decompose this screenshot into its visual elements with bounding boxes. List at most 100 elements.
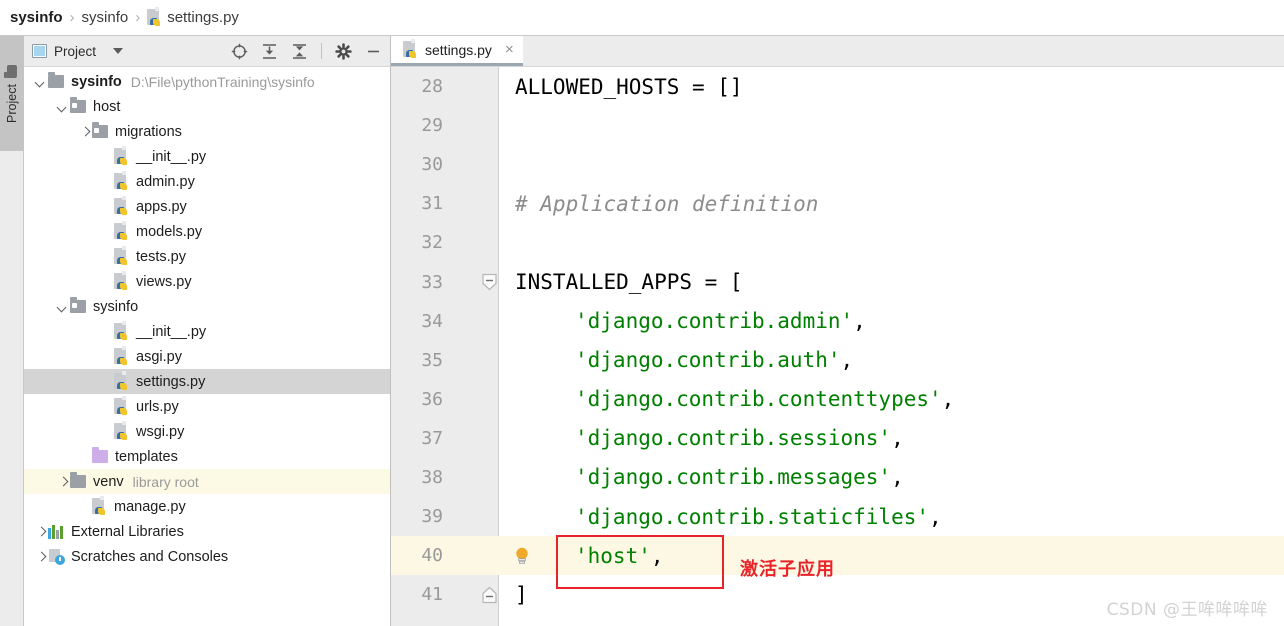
project-panel-header: Project bbox=[24, 36, 390, 67]
tree-row-asgi-py[interactable]: asgi.py bbox=[24, 344, 390, 369]
tree-row-apps-py[interactable]: apps.py bbox=[24, 194, 390, 219]
line-number-label: 34 bbox=[421, 310, 443, 332]
chevron-down-icon[interactable] bbox=[113, 48, 124, 54]
project-panel-title-group[interactable]: Project bbox=[32, 43, 124, 59]
folder-icon bbox=[70, 97, 86, 113]
chevron-right-icon[interactable] bbox=[56, 475, 70, 489]
chevron-right-icon[interactable] bbox=[34, 550, 48, 564]
chevron-right-icon[interactable] bbox=[78, 125, 92, 139]
line-number: 34 bbox=[391, 302, 499, 341]
tree-row-label: admin.py bbox=[136, 173, 195, 190]
breadcrumb-separator: › bbox=[135, 9, 141, 26]
code-token: 'django.contrib.messages' bbox=[575, 465, 892, 490]
code-line[interactable]: 'host', bbox=[499, 536, 1284, 576]
code-line[interactable]: ALLOWED_HOSTS = [] bbox=[499, 67, 1284, 106]
toolbar-divider bbox=[321, 43, 322, 59]
tree-row-venv[interactable]: venv library root bbox=[24, 469, 390, 494]
code-token: 'django.contrib.contenttypes' bbox=[575, 387, 942, 412]
code-line[interactable] bbox=[499, 145, 1284, 184]
folder-icon bbox=[7, 64, 17, 78]
code-line[interactable]: INSTALLED_APPS = [ bbox=[499, 262, 1284, 301]
line-number: 32 bbox=[391, 223, 499, 262]
tree-row-label: models.py bbox=[136, 223, 203, 240]
python-file-icon bbox=[92, 496, 107, 515]
locate-icon[interactable] bbox=[231, 43, 248, 60]
tree-row-external-libraries[interactable]: External Libraries bbox=[24, 519, 390, 544]
tree-row-wsgi-py[interactable]: wsgi.py bbox=[24, 419, 390, 444]
code-line[interactable] bbox=[499, 106, 1284, 145]
tree-row-sublabel: library root bbox=[132, 473, 199, 490]
tree-row-scratches-and-consoles[interactable]: Scratches and Consoles bbox=[24, 544, 390, 569]
tree-row-host[interactable]: host bbox=[24, 94, 390, 119]
code-line[interactable]: 'django.contrib.contenttypes', bbox=[499, 380, 1284, 419]
tree-row--init-py[interactable]: __init__.py bbox=[24, 319, 390, 344]
hide-icon[interactable] bbox=[365, 43, 382, 60]
tree-row-label: manage.py bbox=[114, 498, 186, 515]
tool-window-tab-project[interactable]: Project bbox=[0, 36, 24, 151]
breadcrumb-item-file[interactable]: settings.py bbox=[147, 7, 239, 26]
collapse-all-icon[interactable] bbox=[291, 43, 308, 60]
tree-row-label: apps.py bbox=[136, 198, 187, 215]
tree-row-sysinfo[interactable]: sysinfo bbox=[24, 294, 390, 319]
settings-gear-icon[interactable] bbox=[335, 42, 352, 60]
tree-row-manage-py[interactable]: manage.py bbox=[24, 494, 390, 519]
chevron-down-icon[interactable] bbox=[56, 300, 70, 314]
tree-row-label: asgi.py bbox=[136, 348, 182, 365]
tree-row-label: __init__.py bbox=[136, 148, 207, 165]
tree-row-tests-py[interactable]: tests.py bbox=[24, 244, 390, 269]
code-line[interactable]: 'django.contrib.staticfiles', bbox=[499, 497, 1284, 536]
code-line[interactable] bbox=[499, 223, 1284, 262]
tab-settings-py[interactable]: settings.py × bbox=[391, 36, 523, 66]
code-line[interactable]: # Application definition bbox=[499, 184, 1284, 223]
breadcrumb-item-project[interactable]: sysinfo bbox=[10, 9, 63, 26]
tree-row-label: settings.py bbox=[136, 373, 206, 390]
external-libraries-icon bbox=[48, 524, 64, 539]
line-number: 40 bbox=[391, 536, 499, 576]
code-editor[interactable]: 28 29 30 31 32 33 34 35 36 37 38 39 40 41 ALLOWED_HOS… bbox=[391, 67, 1284, 626]
code-line[interactable]: 'django.contrib.auth', bbox=[499, 341, 1284, 380]
tree-row-label: tests.py bbox=[136, 248, 186, 265]
tree-row-templates[interactable]: templates bbox=[24, 444, 390, 469]
tree-row--init-py[interactable]: __init__.py bbox=[24, 144, 390, 169]
project-panel-icon bbox=[32, 44, 47, 58]
tree-row-models-py[interactable]: models.py bbox=[24, 219, 390, 244]
project-panel-title: Project bbox=[54, 43, 97, 59]
tree-row-migrations[interactable]: migrations bbox=[24, 119, 390, 144]
code-content[interactable]: ALLOWED_HOSTS = [] # Application definiti… bbox=[499, 67, 1284, 626]
fold-collapse-icon[interactable] bbox=[482, 273, 497, 291]
expand-all-icon[interactable] bbox=[261, 43, 278, 60]
chevron-down-icon[interactable] bbox=[34, 75, 48, 89]
close-icon[interactable]: × bbox=[505, 42, 514, 57]
line-number-label: 33 bbox=[421, 271, 443, 293]
line-number-label: 30 bbox=[421, 154, 443, 176]
code-token: INSTALLED_APPS = [ bbox=[515, 270, 743, 295]
line-number: 35 bbox=[391, 341, 499, 380]
tree-row-label: sysinfo bbox=[93, 298, 139, 315]
tree-row-views-py[interactable]: views.py bbox=[24, 269, 390, 294]
code-line[interactable]: 'django.contrib.messages', bbox=[499, 458, 1284, 497]
line-number-label: 31 bbox=[421, 193, 443, 215]
line-number-gutter[interactable]: 28 29 30 31 32 33 34 35 36 37 38 39 40 41 bbox=[391, 67, 499, 626]
fold-end-icon[interactable] bbox=[482, 586, 497, 603]
tree-row-admin-py[interactable]: admin.py bbox=[24, 169, 390, 194]
line-number-label: 28 bbox=[421, 76, 443, 98]
project-tree[interactable]: sysinfo D:\File\pythonTraining\sysinfo hos… bbox=[24, 67, 390, 626]
code-line[interactable]: 'django.contrib.sessions', bbox=[499, 419, 1284, 458]
intention-bulb-icon[interactable] bbox=[513, 546, 531, 566]
chevron-down-icon[interactable] bbox=[56, 100, 70, 114]
tree-row-urls-py[interactable]: urls.py bbox=[24, 394, 390, 419]
line-number: 33 bbox=[391, 262, 499, 301]
code-line[interactable]: 'django.contrib.admin', bbox=[499, 302, 1284, 341]
tree-row-settings-py[interactable]: settings.py bbox=[24, 369, 390, 394]
chevron-right-icon[interactable] bbox=[34, 525, 48, 539]
breadcrumb-item-package[interactable]: sysinfo bbox=[82, 9, 129, 26]
line-number-label: 40 bbox=[421, 545, 443, 567]
line-number: 31 bbox=[391, 184, 499, 223]
folder-icon bbox=[70, 472, 86, 488]
line-number: 38 bbox=[391, 458, 499, 497]
tree-row-sysinfo[interactable]: sysinfo D:\File\pythonTraining\sysinfo bbox=[24, 69, 390, 94]
